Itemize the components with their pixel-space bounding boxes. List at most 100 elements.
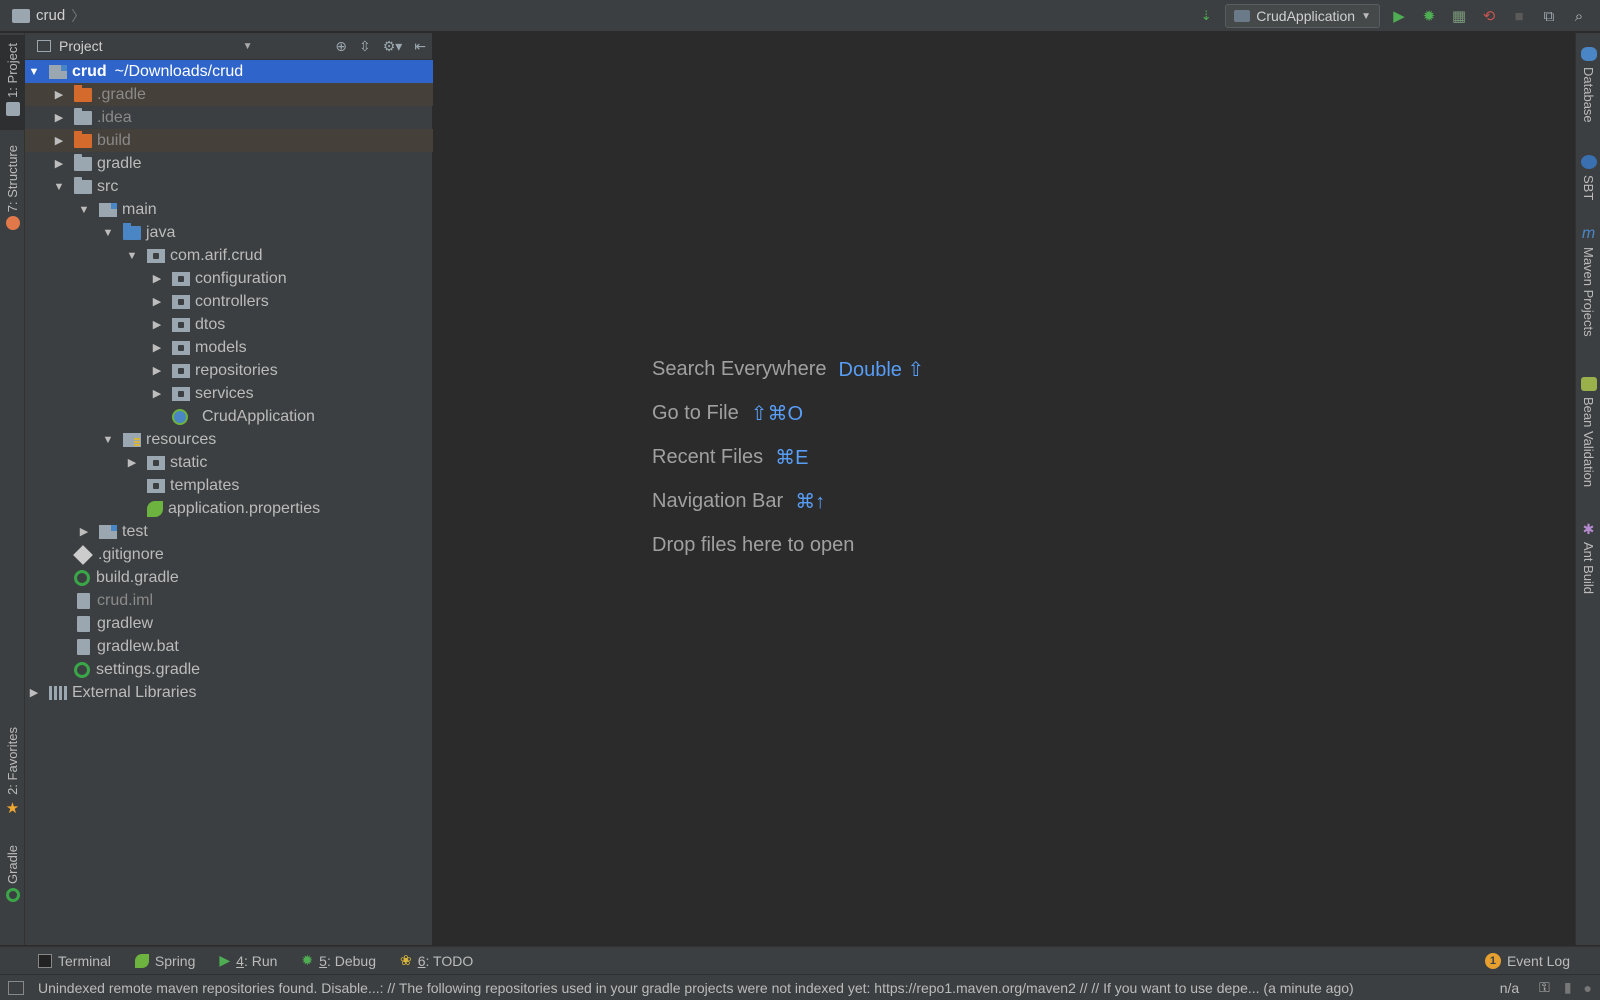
tree-item[interactable]: ▶ CrudApplication — [25, 405, 433, 428]
tree-item[interactable]: ▶ .gitignore — [25, 543, 433, 566]
memory-indicator-icon[interactable]: ● — [1584, 980, 1592, 996]
expand-arrow-icon[interactable]: ▼ — [27, 66, 41, 78]
tab-maven[interactable]: m Maven Projects — [1576, 225, 1600, 337]
tree-item[interactable]: ▼ resources — [25, 428, 433, 451]
toggle-tool-windows-icon[interactable] — [8, 980, 24, 995]
scroll-from-source-icon[interactable]: ⊕ — [335, 38, 347, 55]
package-icon — [172, 294, 190, 309]
tab-run[interactable]: ▶ 4: Run — [219, 952, 277, 969]
run-icon[interactable]: ▶ — [1388, 5, 1410, 27]
spring-properties-icon — [147, 500, 163, 517]
tab-gradle[interactable]: Gradle — [0, 845, 25, 920]
collapsed-arrow-icon[interactable]: ▶ — [52, 134, 66, 147]
collapsed-arrow-icon[interactable]: ▶ — [27, 686, 41, 699]
tab-project[interactable]: 1: Project — [0, 35, 25, 130]
tab-ant-build[interactable]: ✱ Ant Build — [1576, 521, 1600, 594]
tree-item[interactable]: ▼ src — [25, 175, 433, 198]
collapsed-arrow-icon[interactable]: ▶ — [150, 318, 164, 331]
expand-arrow-icon[interactable]: ▼ — [101, 434, 115, 446]
tree-item[interactable]: ▶ settings.gradle — [25, 658, 433, 681]
collapsed-arrow-icon[interactable]: ▶ — [150, 364, 164, 377]
stop-icon[interactable]: ■ — [1508, 5, 1530, 27]
collapsed-arrow-icon[interactable]: ▶ — [150, 387, 164, 400]
expand-arrow-icon[interactable]: ▼ — [101, 227, 115, 239]
tree-item[interactable]: ▶ dtos — [25, 313, 433, 336]
collapsed-arrow-icon[interactable]: ▶ — [125, 456, 139, 469]
tree-item[interactable]: ▶ templates — [25, 474, 433, 497]
debug-icon[interactable]: ✹ — [1418, 5, 1440, 27]
tree-item[interactable]: ▶ crud.iml — [25, 589, 433, 612]
project-view-select[interactable]: Project — [59, 38, 103, 54]
tree-item-label: main — [122, 200, 157, 218]
tree-item-root[interactable]: ▼ crud ~/Downloads/crud — [25, 60, 433, 83]
collapsed-arrow-icon[interactable]: ▶ — [52, 111, 66, 124]
project-structure-icon[interactable]: ⧉ — [1538, 5, 1560, 27]
tab-bean-validation[interactable]: Bean Validation — [1576, 373, 1600, 487]
tree-item[interactable]: ▶ gradlew.bat — [25, 635, 433, 658]
collapsed-arrow-icon[interactable]: ▶ — [150, 341, 164, 354]
gear-icon[interactable]: ⚙▾ — [383, 38, 403, 55]
tab-spring[interactable]: Spring — [134, 953, 195, 969]
expand-arrow-icon[interactable]: ▼ — [77, 204, 91, 216]
tree-item[interactable]: ▶ test — [25, 520, 433, 543]
collapsed-arrow-icon[interactable]: ▶ — [150, 295, 164, 308]
hint-drop-files: Drop files here to open — [652, 523, 924, 567]
tree-item[interactable]: ▶ build.gradle — [25, 566, 433, 589]
run-configuration-select[interactable]: CrudApplication ▼ — [1225, 4, 1380, 28]
tree-item[interactable]: ▶ gradle — [25, 152, 433, 175]
tree-item[interactable]: ▶ .gradle — [25, 83, 433, 106]
collapsed-arrow-icon[interactable]: ▶ — [77, 525, 91, 538]
tree-item[interactable]: ▶ controllers — [25, 290, 433, 313]
tree-item-label: models — [195, 338, 247, 356]
tab-event-log-label: Event Log — [1506, 952, 1570, 969]
tab-structure[interactable]: 7: Structure — [0, 145, 25, 245]
tree-item[interactable]: ▶ application.properties — [25, 497, 433, 520]
tree-item[interactable]: ▶ services — [25, 382, 433, 405]
collapsed-arrow-icon[interactable]: ▶ — [52, 157, 66, 170]
hide-panel-icon[interactable]: ⇤ — [414, 38, 426, 55]
tree-item[interactable]: ▶ static — [25, 451, 433, 474]
tab-debug[interactable]: ✹ 5: Debug — [301, 952, 376, 969]
module-folder-icon — [49, 64, 67, 79]
tree-item[interactable]: ▶ gradlew — [25, 612, 433, 635]
profile-icon[interactable]: ⟲ — [1478, 5, 1500, 27]
source-set-folder-icon — [99, 202, 117, 217]
breadcrumb-project[interactable]: crud — [36, 7, 65, 24]
collapse-all-icon[interactable]: ⇳ — [359, 38, 371, 55]
ant-icon: ✱ — [1582, 521, 1595, 537]
tree-item[interactable]: ▼ com.arif.crud — [25, 244, 433, 267]
tab-todo[interactable]: ❀ 6: TODO — [400, 952, 473, 969]
tree-item[interactable]: ▶ External Libraries — [25, 681, 433, 704]
folder-icon — [74, 153, 92, 171]
tab-terminal[interactable]: Terminal — [38, 953, 111, 969]
expand-arrow-icon[interactable]: ▼ — [125, 250, 139, 262]
status-message[interactable]: Unindexed remote maven repositories foun… — [38, 980, 1480, 996]
tree-item-label: gradlew — [97, 614, 154, 632]
chevron-right-icon: 〉 — [71, 7, 86, 24]
tree-item[interactable]: ▶ .idea — [25, 106, 433, 129]
lock-icon[interactable]: ⚿ — [1539, 979, 1550, 996]
tab-sbt-label: SBT — [1581, 175, 1596, 201]
tree-item[interactable]: ▶ models — [25, 336, 433, 359]
tree-item[interactable]: ▼ main — [25, 198, 433, 221]
collapsed-arrow-icon[interactable]: ▶ — [52, 88, 66, 101]
chevron-down-icon[interactable]: ▼ — [243, 41, 253, 52]
tab-event-log[interactable]: 1 Event Log — [1484, 952, 1570, 969]
tab-sbt[interactable]: SBT — [1576, 151, 1600, 200]
sort-icon[interactable]: ⇣ — [1195, 5, 1217, 27]
coverage-icon[interactable]: ▦ — [1448, 5, 1470, 27]
expand-arrow-icon[interactable]: ▼ — [52, 181, 66, 193]
collapsed-arrow-icon[interactable]: ▶ — [150, 272, 164, 285]
tree-item-label: External Libraries — [72, 683, 197, 701]
tree-item[interactable]: ▶ repositories — [25, 359, 433, 382]
search-icon[interactable]: ⌕ — [1568, 5, 1590, 27]
tab-maven-label: Maven Projects — [1581, 247, 1596, 337]
hint-search-everywhere: Search Everywhere Double ⇧ — [652, 347, 924, 391]
tab-favorites[interactable]: 2: Favorites ★ — [0, 727, 25, 827]
breadcrumb[interactable]: crud 〉 — [12, 6, 85, 26]
tab-database[interactable]: Database — [1576, 43, 1600, 123]
tree-item[interactable]: ▶ build — [25, 129, 433, 152]
inspector-icon[interactable]: ▮ — [1564, 979, 1572, 996]
tree-item[interactable]: ▼ java — [25, 221, 433, 244]
tree-item[interactable]: ▶ configuration — [25, 267, 433, 290]
